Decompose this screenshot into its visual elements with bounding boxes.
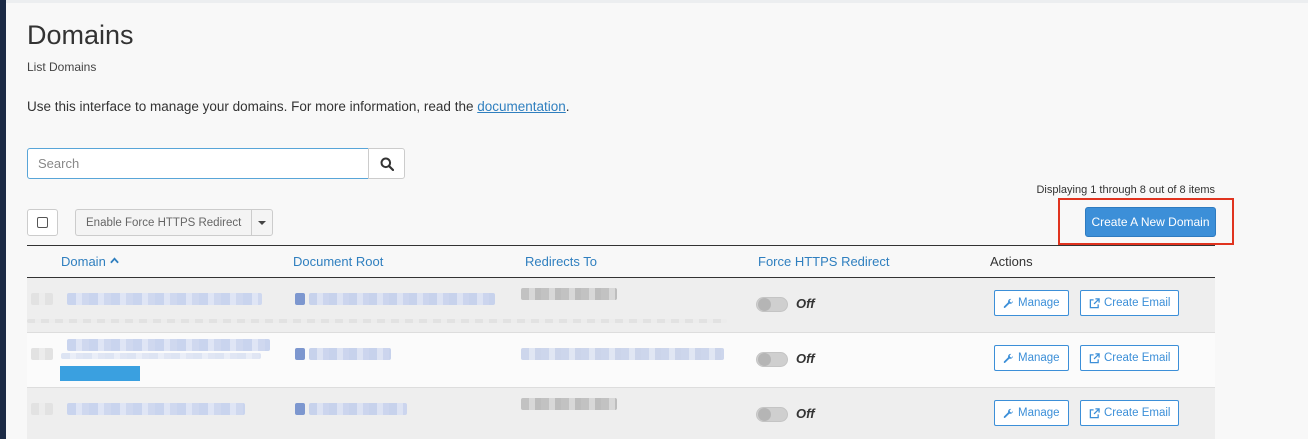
column-header-domain[interactable]: Domain bbox=[61, 254, 119, 269]
domain-name-redacted[interactable] bbox=[67, 403, 245, 415]
manage-label: Manage bbox=[1018, 407, 1060, 419]
manage-label: Manage bbox=[1018, 352, 1060, 364]
row-underline-redacted bbox=[27, 319, 727, 323]
column-header-redirects-to[interactable]: Redirects To bbox=[525, 254, 597, 269]
column-header-document-root[interactable]: Document Root bbox=[293, 254, 383, 269]
create-email-label: Create Email bbox=[1104, 352, 1171, 364]
select-all-checkbox[interactable] bbox=[27, 209, 58, 236]
manage-label: Manage bbox=[1018, 297, 1060, 309]
force-https-state: Off bbox=[796, 351, 815, 366]
domains-table: Domain Document Root Redirects To Force … bbox=[27, 245, 1215, 439]
bulk-action-group: Enable Force HTTPS Redirect bbox=[75, 209, 274, 236]
search-input[interactable] bbox=[27, 148, 369, 179]
row-checkbox-redacted bbox=[31, 403, 53, 415]
force-https-toggle[interactable] bbox=[756, 407, 788, 422]
documentation-link[interactable]: documentation bbox=[477, 99, 566, 114]
bulk-action-dropdown-toggle[interactable] bbox=[251, 209, 274, 236]
pagination-summary: Displaying 1 through 8 out of 8 items bbox=[1036, 184, 1215, 196]
left-navigation-rail bbox=[0, 0, 6, 439]
create-new-domain-button[interactable]: Create A New Domain bbox=[1085, 207, 1216, 237]
document-root-icon-redacted bbox=[295, 348, 305, 360]
manage-button[interactable]: Manage bbox=[994, 400, 1069, 426]
redirect-target-redacted bbox=[521, 398, 617, 410]
toggle-knob bbox=[758, 298, 771, 311]
manage-button[interactable]: Manage bbox=[994, 345, 1069, 371]
checkbox-square bbox=[37, 217, 48, 228]
domain-name-redacted[interactable] bbox=[67, 293, 262, 305]
table-row: Off Manage Create Email bbox=[27, 278, 1215, 333]
create-email-button[interactable]: Create Email bbox=[1080, 290, 1180, 316]
external-link-icon bbox=[1089, 352, 1100, 363]
document-root-redacted bbox=[309, 403, 407, 415]
document-root-redacted bbox=[309, 293, 495, 305]
table-row: Off Manage Create Email bbox=[27, 388, 1215, 439]
page-title: Domains bbox=[27, 20, 134, 50]
intro-sentence: Use this interface to manage your domain… bbox=[27, 99, 474, 114]
toggle-knob bbox=[758, 353, 771, 366]
table-row: Off Manage Create Email bbox=[27, 333, 1215, 388]
wrench-icon bbox=[1003, 298, 1014, 308]
force-https-toggle[interactable] bbox=[756, 352, 788, 367]
force-https-state: Off bbox=[796, 296, 815, 311]
domain-name-redacted bbox=[61, 353, 261, 359]
document-root-redacted bbox=[309, 348, 391, 360]
force-https-state: Off bbox=[796, 406, 815, 421]
page-subtitle: List Domains bbox=[27, 60, 97, 74]
table-header: Domain Document Root Redirects To Force … bbox=[27, 245, 1215, 278]
wrench-icon bbox=[1003, 408, 1014, 418]
create-email-label: Create Email bbox=[1104, 407, 1171, 419]
domain-name-redacted[interactable] bbox=[67, 339, 270, 351]
wrench-icon bbox=[1003, 353, 1014, 363]
create-email-button[interactable]: Create Email bbox=[1080, 400, 1180, 426]
row-checkbox-redacted bbox=[31, 293, 53, 305]
toggle-knob bbox=[758, 408, 771, 421]
external-link-icon bbox=[1089, 407, 1100, 418]
search-button[interactable] bbox=[368, 148, 405, 179]
search-icon bbox=[380, 157, 394, 171]
document-root-icon-redacted bbox=[295, 403, 305, 415]
redirect-target-redacted bbox=[521, 348, 724, 360]
create-email-button[interactable]: Create Email bbox=[1080, 345, 1180, 371]
bulk-action-button[interactable]: Enable Force HTTPS Redirect bbox=[75, 209, 252, 236]
intro-end: . bbox=[565, 99, 570, 114]
row-checkbox-redacted bbox=[31, 348, 53, 360]
document-root-icon-redacted bbox=[295, 293, 305, 305]
column-header-force-https[interactable]: Force HTTPS Redirect bbox=[758, 254, 889, 269]
column-header-actions: Actions bbox=[990, 254, 1033, 269]
intro-text: Use this interface to manage your domain… bbox=[27, 99, 570, 114]
top-divider bbox=[6, 0, 1308, 3]
redirect-target-redacted bbox=[521, 288, 617, 300]
column-header-domain-label: Domain bbox=[61, 254, 106, 269]
external-link-icon bbox=[1089, 297, 1100, 308]
force-https-toggle[interactable] bbox=[756, 297, 788, 312]
create-email-label: Create Email bbox=[1104, 297, 1171, 309]
manage-button[interactable]: Manage bbox=[994, 290, 1069, 316]
caret-down-icon bbox=[258, 220, 267, 225]
sort-ascending-icon bbox=[110, 257, 119, 264]
domain-badge-redacted bbox=[60, 366, 140, 381]
